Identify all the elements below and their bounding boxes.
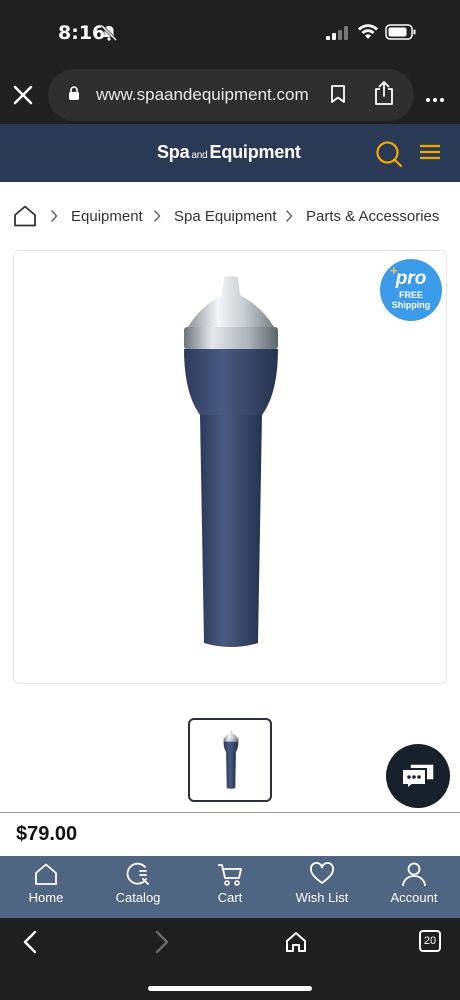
- signal-icon: [326, 26, 350, 45]
- product-thumbnail[interactable]: [188, 718, 272, 802]
- product-image-card[interactable]: + pro FREE Shipping: [13, 250, 447, 684]
- logo-text-equipment: Equipment: [209, 142, 301, 162]
- forward-icon[interactable]: [152, 930, 172, 959]
- site-logo[interactable]: Spa and Equipment: [157, 142, 301, 163]
- logo-text-spa: Spa: [157, 142, 190, 162]
- nav-item-wishlist[interactable]: Wish List: [276, 856, 368, 918]
- more-icon[interactable]: [425, 90, 445, 108]
- breadcrumb-item-parts-accessories[interactable]: Parts & Accessories: [306, 208, 439, 225]
- chevron-right-icon: [285, 209, 293, 228]
- catalog-icon: [126, 862, 149, 885]
- home-icon[interactable]: [284, 930, 308, 959]
- nav-item-account[interactable]: Account: [368, 856, 460, 918]
- nav-label-account: Account: [390, 890, 438, 905]
- status-time: 8:16: [58, 22, 106, 44]
- lock-icon: [68, 86, 80, 106]
- pro-free-shipping-badge: + pro FREE Shipping: [380, 259, 442, 321]
- pro-badge-line1: FREE: [398, 290, 423, 300]
- menu-icon[interactable]: [419, 144, 441, 165]
- nav-item-catalog[interactable]: Catalog: [92, 856, 184, 918]
- pro-badge-word: pro: [395, 268, 427, 289]
- product-image: [182, 275, 280, 660]
- nav-item-cart[interactable]: Cart: [184, 856, 276, 918]
- share-icon[interactable]: [373, 80, 395, 111]
- bookmark-icon[interactable]: [330, 84, 346, 109]
- user-icon: [402, 862, 426, 887]
- home-icon: [35, 863, 57, 885]
- search-icon[interactable]: [375, 140, 403, 173]
- breadcrumb-home-icon[interactable]: [13, 204, 37, 233]
- breadcrumb: Equipment Spa Equipment Parts & Accessor…: [0, 198, 460, 234]
- price-bar: $79.00: [0, 812, 460, 856]
- browser-url-bar: www.spaandequipment.com: [0, 66, 460, 124]
- status-bar: 8:16: [0, 0, 460, 66]
- nav-label-home: Home: [28, 890, 64, 905]
- back-icon[interactable]: [20, 930, 40, 959]
- nav-item-home[interactable]: Home: [0, 856, 92, 918]
- breadcrumb-item-equipment[interactable]: Equipment: [71, 208, 143, 225]
- app-bottom-nav: Home Catalog Cart Wish List Account: [0, 856, 460, 918]
- tabs-icon[interactable]: 20: [419, 930, 441, 952]
- chat-button[interactable]: [386, 744, 450, 808]
- bell-slash-icon: [100, 24, 118, 47]
- nav-label-cart: Cart: [217, 890, 243, 905]
- nav-label-catalog: Catalog: [115, 890, 161, 905]
- wifi-icon: [357, 24, 379, 45]
- browser-toolbar: 20: [0, 918, 460, 1000]
- url-text[interactable]: www.spaandequipment.com: [96, 85, 309, 105]
- battery-icon: [385, 24, 417, 45]
- chevron-right-icon: [50, 209, 58, 228]
- breadcrumb-item-spa-equipment[interactable]: Spa Equipment: [174, 208, 277, 225]
- site-header: Spa and Equipment: [0, 124, 460, 182]
- product-price: $79.00: [16, 823, 78, 845]
- close-icon[interactable]: [10, 82, 36, 108]
- home-indicator: [148, 986, 312, 991]
- cart-icon: [218, 864, 242, 886]
- pro-badge-line2: Shipping: [391, 300, 431, 310]
- chevron-right-icon: [153, 209, 161, 228]
- chat-icon: [401, 763, 435, 792]
- heart-icon: [310, 862, 334, 884]
- nav-label-wishlist: Wish List: [295, 890, 349, 905]
- logo-text-and: and: [191, 150, 208, 161]
